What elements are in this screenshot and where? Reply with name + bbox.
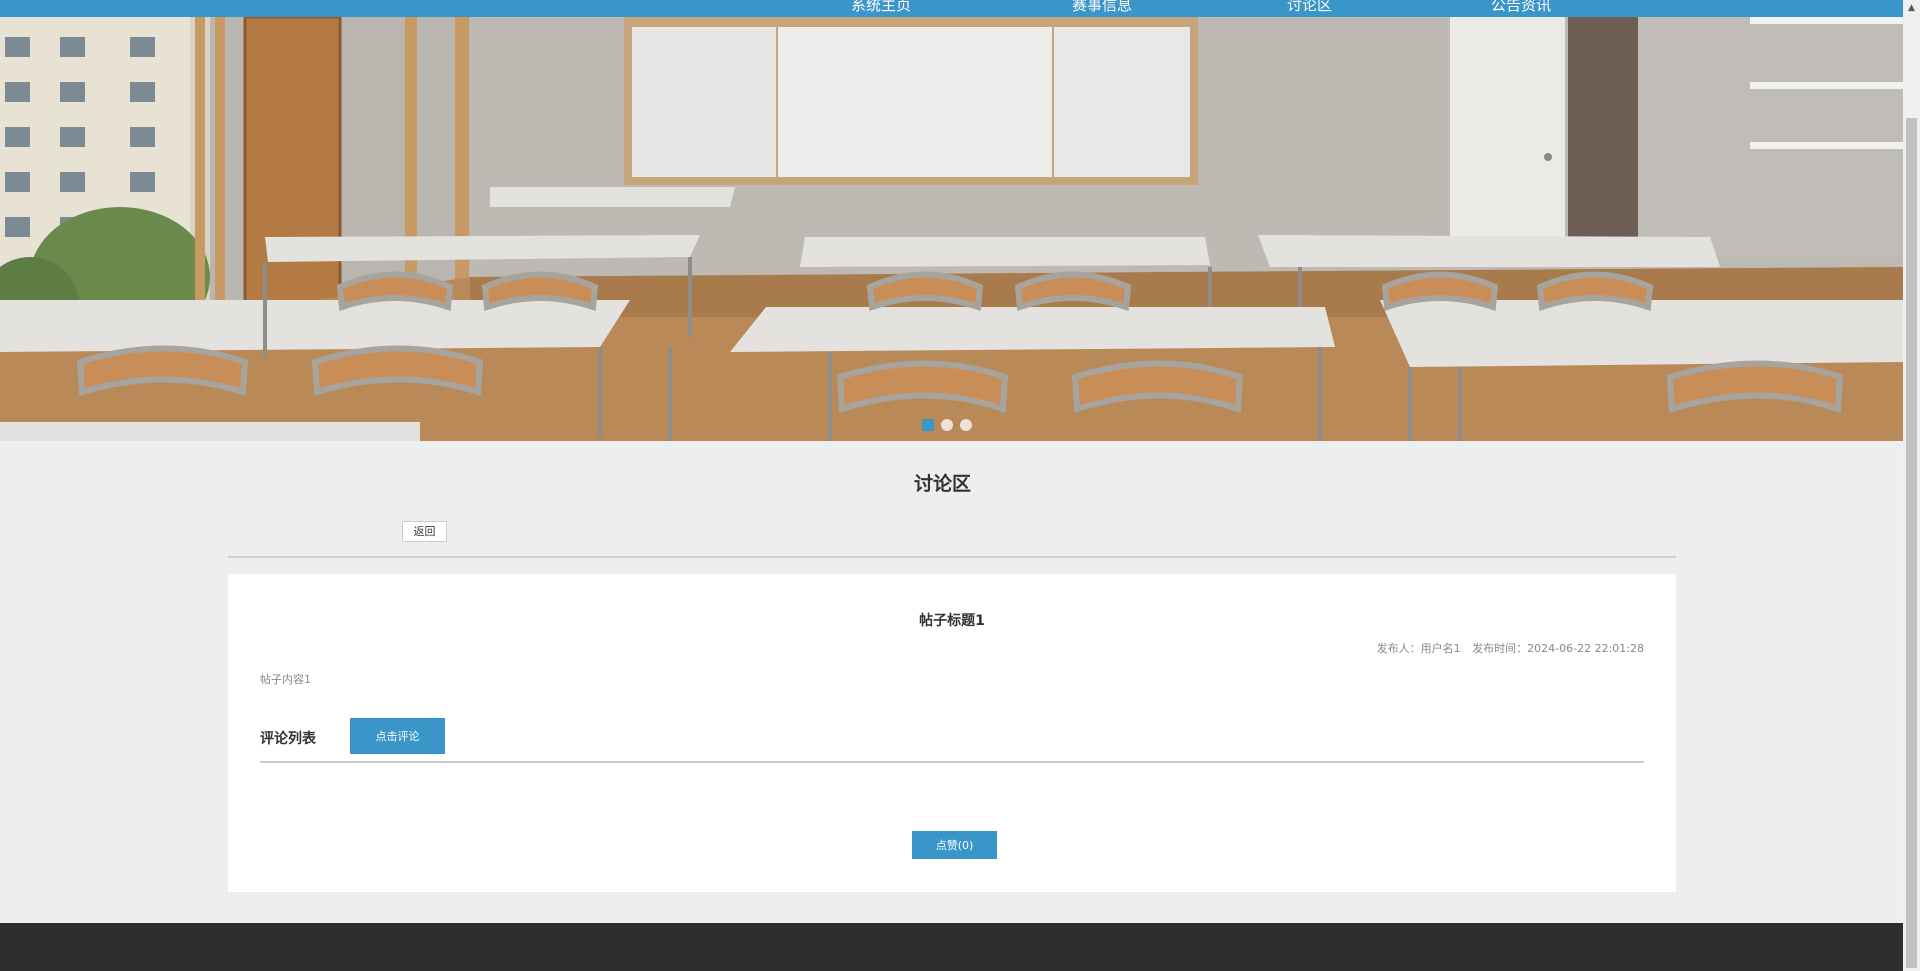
post-content: 帖子内容1 [260,673,311,686]
footer [0,923,1903,971]
back-button[interactable]: 返回 [402,521,447,542]
nav-item-events[interactable]: 赛事信息 [1072,0,1132,14]
add-comment-button[interactable]: 点击评论 [350,718,445,754]
comment-divider [260,761,1644,763]
nav-item-home[interactable]: 系统主页 [851,0,911,14]
post-author: 发布人：用户名1 [1376,642,1461,655]
carousel-dot-1[interactable] [922,419,934,431]
post-meta: 发布人：用户名1 发布时间：2024-06-22 22:01:28 [1369,640,1644,656]
scroll-thumb[interactable] [1906,118,1917,968]
nav-item-news[interactable]: 公告资讯 [1491,0,1551,14]
classroom-photo [0,17,1903,441]
comment-list-label: 评论列表 [260,731,316,747]
page-title: 讨论区 [913,473,971,495]
page: 系统主页 赛事信息 讨论区 公告资讯 讨论区 返回 帖子标题1 发布人：用户名1… [0,0,1903,971]
carousel-dot-3[interactable] [960,419,972,431]
post-card: 帖子标题1 发布人：用户名1 发布时间：2024-06-22 22:01:28 … [228,574,1676,892]
post-time: 发布时间：2024-06-22 22:01:28 [1472,642,1644,655]
banner-carousel[interactable] [0,17,1903,441]
carousel-dot-2[interactable] [941,419,953,431]
like-button[interactable]: 点赞(0) [912,831,997,859]
divider [228,556,1676,558]
nav-item-forum[interactable]: 讨论区 [1287,0,1332,14]
scrollbar[interactable]: ▲ [1903,0,1920,971]
scroll-up-arrow-icon[interactable]: ▲ [1903,0,1920,17]
carousel-dots [922,419,972,431]
post-title: 帖子标题1 [919,613,985,629]
top-nav: 系统主页 赛事信息 讨论区 公告资讯 [0,0,1903,17]
